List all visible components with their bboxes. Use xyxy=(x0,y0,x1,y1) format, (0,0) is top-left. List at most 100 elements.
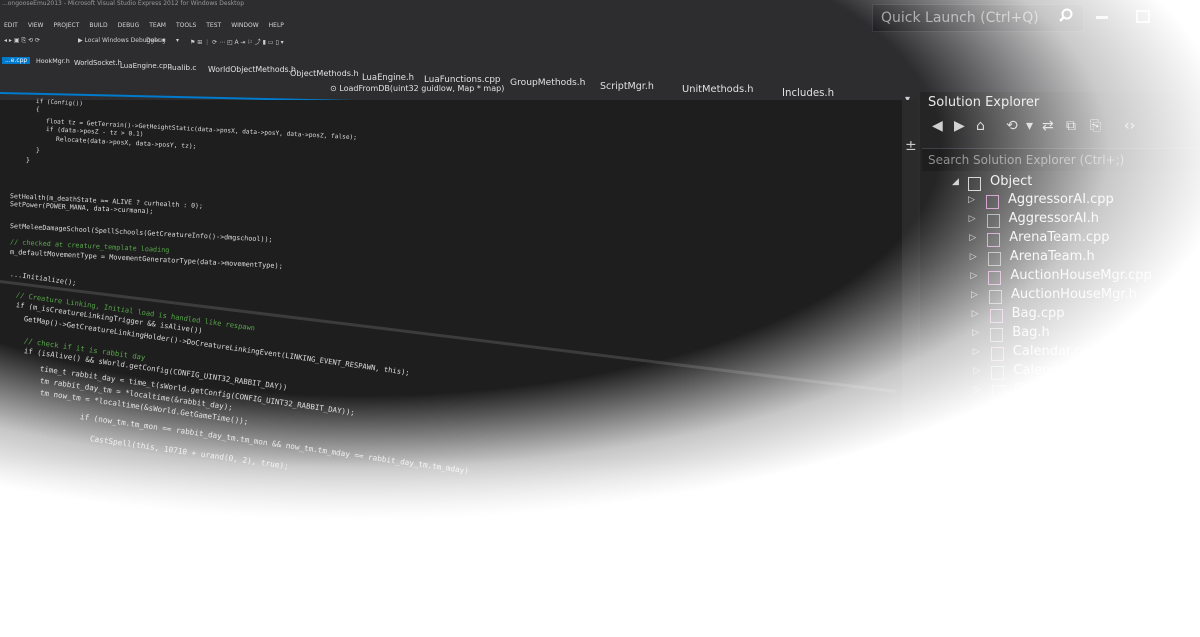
file-name: Calendar.h xyxy=(1013,363,1084,378)
code-line[interactable]: { xyxy=(36,106,40,113)
forward-icon[interactable]: ▶ xyxy=(954,118,965,134)
history-icon[interactable]: ⟲ xyxy=(1006,118,1018,134)
solution-explorer-title: Solution Explorer xyxy=(928,95,1040,110)
navigation-label: LoadFromDB(uint32 guidlow, Map * map) xyxy=(339,84,505,93)
expand-arrow-icon[interactable]: ▷ xyxy=(970,252,977,262)
toolbar-icons-left[interactable]: ◂ ▸ ▣ ⎘ ⟲ ⟳ xyxy=(4,37,40,45)
expand-arrow-icon[interactable]: ▷ xyxy=(969,214,976,224)
expand-arrow-icon[interactable]: ▷ xyxy=(975,404,982,414)
menu-item-team[interactable]: TEAM xyxy=(149,22,166,34)
collapse-all-icon[interactable]: ⧉ xyxy=(1066,118,1076,134)
cpp-file-icon xyxy=(988,271,1002,285)
quick-launch-input[interactable]: Quick Launch (Ctrl+Q) xyxy=(872,4,1084,32)
expand-arrow-icon[interactable]: ▷ xyxy=(970,271,977,281)
expand-arrow-icon[interactable]: ▷ xyxy=(978,499,985,509)
menu-item-test[interactable]: TEST xyxy=(206,22,221,34)
cpp-file-icon xyxy=(994,461,1008,475)
tab-luaengine-cpp[interactable]: LuaEngine.cpp xyxy=(120,61,172,70)
folder-icon xyxy=(968,177,981,191)
window-controls xyxy=(1096,6,1200,28)
expand-arrow-icon[interactable]: ▷ xyxy=(971,290,978,300)
header-file-icon xyxy=(989,290,1002,304)
solution-explorer-search-input[interactable]: Search Solution Explorer (Ctrl+;) xyxy=(922,148,1200,171)
file-name: ArenaTeam.cpp xyxy=(1009,230,1110,245)
expand-arrow-icon[interactable]: ▷ xyxy=(974,385,981,395)
expand-arrow-icon[interactable]: ▷ xyxy=(976,461,983,471)
header-file-icon xyxy=(990,328,1004,342)
tab-objectmethods-h[interactable]: ObjectMethods.h xyxy=(290,68,359,78)
tab--e-cpp[interactable]: ...e.cpp xyxy=(2,57,31,64)
expand-arrow-icon[interactable]: ▷ xyxy=(968,195,975,205)
visual-studio-window: ...ongooseEmu2013 - Microsoft Visual Stu… xyxy=(0,0,1200,637)
expand-arrow-icon[interactable]: ▷ xyxy=(976,442,983,452)
expand-arrow-icon[interactable]: ▷ xyxy=(972,328,979,338)
tab-scriptmgr-h[interactable]: ScriptMgr.h xyxy=(600,81,654,92)
expand-arrow-icon[interactable]: ▷ xyxy=(969,233,976,243)
code-line[interactable]: Relocate(data->posX, data->posY, tz); xyxy=(56,136,197,150)
scrollbar-thumb[interactable] xyxy=(906,460,914,468)
editor-vertical-scrollbar[interactable]: ± xyxy=(902,100,918,637)
tab-groupmethods-h[interactable]: GroupMethods.h xyxy=(510,78,585,88)
code-line[interactable]: } xyxy=(36,146,40,154)
file-name: Camera.h xyxy=(1014,401,1078,416)
file-name: AuctionHouseMgr.cpp xyxy=(1010,268,1152,283)
menu-item-build[interactable]: BUILD xyxy=(89,22,107,34)
header-file-icon xyxy=(995,480,1008,494)
cpp-file-icon xyxy=(992,385,1005,399)
tree-folder-label: Object xyxy=(990,174,1033,189)
expand-arrow-icon[interactable]: ▷ xyxy=(973,366,980,376)
tab-hookmgr-h[interactable]: HookMgr.h xyxy=(36,58,70,65)
tab-worldobjectmethods-h[interactable]: WorldObjectMethods.h xyxy=(208,65,296,74)
config-dropdown[interactable]: Debug xyxy=(146,37,166,44)
cpp-file-icon xyxy=(995,499,1009,513)
menu-bar: EDIT VIEW PROJECT BUILD DEBUG TEAM TOOLS TEST WI… xyxy=(0,22,864,34)
code-editor[interactable]: if (Config()){float tz = GetTerrain()->G… xyxy=(0,98,902,637)
member-navigation-dropdown[interactable]: ⊙ LoadFromDB(uint32 guidlow, Map * map) xyxy=(330,84,504,93)
search-icon[interactable] xyxy=(1059,8,1073,22)
history-dropdown-icon[interactable]: ▾ xyxy=(1026,118,1033,134)
menu-item-debug[interactable]: DEBUG xyxy=(118,22,140,34)
menu-item-project[interactable]: PROJECT xyxy=(53,22,79,34)
menu-item-window[interactable]: WINDOW xyxy=(231,22,258,34)
expand-arrow-icon[interactable]: ▷ xyxy=(975,423,982,433)
toolbar-icons-right[interactable]: ⚑ ⊞ ⋮ ⟳ ⋯ ◰ A ⇥ ⚐ ⤴ ▮ ▭ ▯ ▾ xyxy=(190,37,284,46)
menu-item-help[interactable]: HELP xyxy=(269,22,284,34)
file-name: Camera.cpp xyxy=(1014,382,1093,397)
search-placeholder: Search Solution Explorer (Ctrl+;) xyxy=(928,153,1125,167)
tab-luaengine-h[interactable]: LuaEngine.h xyxy=(362,72,414,82)
tab-worldsocket-h[interactable]: WorldSocket.h xyxy=(74,59,122,67)
quick-launch-placeholder: Quick Launch (Ctrl+Q) xyxy=(881,10,1039,26)
header-file-icon xyxy=(987,252,1001,266)
cpp-file-icon xyxy=(987,233,1001,247)
method-icon: ⊙ xyxy=(330,84,340,93)
cpp-file-icon xyxy=(989,309,1003,323)
minimize-icon[interactable] xyxy=(1096,16,1108,19)
tab-unitmethods-h[interactable]: UnitMethods.h xyxy=(682,84,753,95)
file-name: Creatu... xyxy=(1017,496,1074,511)
file-name: Bag.cpp xyxy=(1011,306,1065,321)
expand-arrow-icon[interactable]: ▷ xyxy=(972,309,979,319)
back-icon[interactable]: ◀ xyxy=(932,118,943,134)
home-icon[interactable]: ⌂ xyxy=(976,118,985,134)
expand-arrow-icon[interactable]: ▷ xyxy=(973,347,980,357)
restore-icon[interactable] xyxy=(1136,10,1150,23)
menu-item-tools[interactable]: TOOLS xyxy=(176,22,196,34)
solution-explorer-panel: Solution Explorer ◀ ▶ ⌂ ⟲ ▾ ⇄ ⧉ ⎘ ‹› Sea… xyxy=(920,92,1200,637)
header-file-icon xyxy=(991,366,1005,380)
menu-item-edit[interactable]: EDIT xyxy=(4,22,18,34)
tab-lualib-c[interactable]: lualib.c xyxy=(170,63,196,72)
sync-icon[interactable]: ⇄ xyxy=(1042,118,1054,134)
show-all-files-icon[interactable]: ⎘ xyxy=(1090,118,1101,134)
split-icon[interactable]: ± xyxy=(905,138,917,154)
file-name: AggressorAI.cpp xyxy=(1008,192,1114,207)
collapse-arrow-icon[interactable]: ◢ xyxy=(952,177,959,187)
code-line[interactable]: if (Config()) xyxy=(36,98,83,107)
header-file-icon xyxy=(992,404,1006,418)
file-name: ArenaTeam.h xyxy=(1009,249,1095,264)
view-code-icon[interactable]: ‹› xyxy=(1124,118,1135,134)
code-line[interactable]: } xyxy=(26,156,30,164)
expand-arrow-icon[interactable]: ▷ xyxy=(977,480,984,490)
tab-includes-h[interactable]: Includes.h xyxy=(782,88,834,99)
config-dropdown-arrow[interactable]: ▾ xyxy=(176,37,179,44)
menu-item-view[interactable]: VIEW xyxy=(28,22,44,34)
